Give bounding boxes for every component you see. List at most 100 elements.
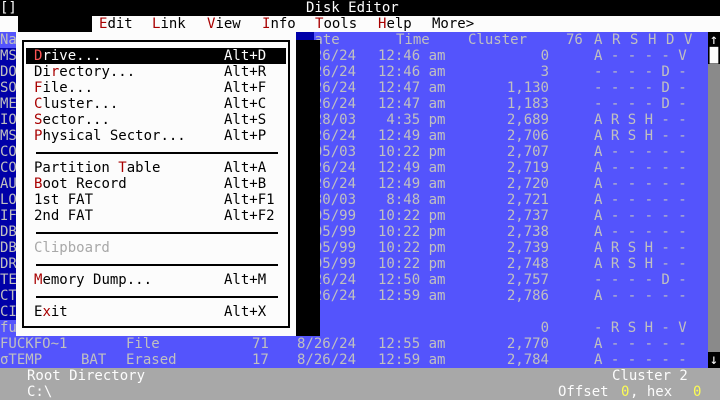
cell-name: TE: [0, 272, 17, 288]
table-row[interactable]: σTEMP BAT Erased 17 8/26/24 12:59 am 2,784 A - …: [0, 352, 708, 368]
header-name[interactable]: Na: [0, 32, 17, 48]
table-row[interactable]: FUCKFO~1 File 71 8/26/24 12:55 am 2,770 A - - …: [0, 336, 708, 352]
menu-item-label: Boot Record: [34, 176, 127, 192]
menu-item-6[interactable]: Partition Table Alt+A: [16, 160, 296, 176]
menu-item-8[interactable]: 1st FAT Alt+F1: [16, 192, 296, 208]
menu-item-7[interactable]: Boot Record Alt+B: [16, 176, 296, 192]
status-path: C:\: [27, 384, 53, 400]
cell-cluster: 2,786: [506, 288, 549, 304]
cell-attrs: A - - - - -: [594, 176, 687, 192]
menu-link[interactable]: Link: [152, 16, 186, 32]
cell-time: 12:50 am: [378, 272, 446, 288]
menu-item-label: 2nd FAT: [34, 208, 93, 224]
menu-separator: [36, 264, 278, 266]
cell-cluster: 1,130: [506, 80, 549, 96]
menu-item-2[interactable]: File... Alt+F: [16, 80, 296, 96]
menu-item-text-post: hysical Sector...: [42, 128, 186, 144]
menu-item-shortcut: Alt+F2: [224, 208, 275, 224]
header-time[interactable]: Time: [396, 32, 430, 48]
cell-attrs: A R S H - -: [594, 128, 687, 144]
header-attr-s: S: [630, 32, 639, 48]
cell-cluster: 2,748: [506, 256, 549, 272]
menu-item-11[interactable]: Memory Dump... Alt+M: [16, 272, 296, 288]
menu-object[interactable]: Object: [18, 16, 92, 48]
scroll-up-icon[interactable]: ↑: [708, 32, 720, 48]
status-cluster: Cluster 2: [612, 368, 688, 384]
scroll-thumb[interactable]: █: [708, 48, 720, 64]
header-attr-a: A: [594, 32, 603, 48]
cell-time: 10:22 pm: [378, 144, 446, 160]
cell-attrs: A - - - - -: [594, 224, 687, 240]
cell-time: 12:46 am: [378, 48, 446, 64]
status-line-1: Root Directory Cluster 2: [0, 368, 720, 384]
menu-item-shortcut: Alt+S: [224, 112, 267, 128]
menu-item-shortcut: Alt+B: [224, 176, 267, 192]
menu-tools[interactable]: Tools: [315, 16, 357, 32]
cell-time: 12:59 am: [378, 288, 446, 304]
menu-item-shortcut: Alt+R: [224, 64, 267, 80]
menu-item-4[interactable]: Sector... Alt+S: [16, 112, 296, 128]
menu-item-3[interactable]: Cluster... Alt+C: [16, 96, 296, 112]
cell-time: 12:47 am: [378, 96, 446, 112]
menu-item-label: Physical Sector...: [34, 128, 186, 144]
header-cluster[interactable]: Cluster: [468, 32, 527, 48]
status-offset-value: 0: [621, 384, 630, 400]
menu-item-10: Clipboard: [16, 240, 296, 256]
scroll-down-icon[interactable]: ↓: [708, 352, 720, 368]
cell-cluster: 3: [540, 64, 549, 80]
menu-item-text-post: oot Record: [42, 176, 127, 192]
menu-separator: [36, 152, 278, 154]
menu-item-9[interactable]: 2nd FAT Alt+F2: [16, 208, 296, 224]
menu-item-5[interactable]: Physical Sector... Alt+P: [16, 128, 296, 144]
cell-attrs: - - - - D -: [594, 80, 687, 96]
menu-info[interactable]: Info: [262, 16, 296, 32]
menu-item-hotkey: x: [42, 304, 51, 320]
cell-cluster: 2,706: [506, 128, 549, 144]
menu-info-label: nfo: [270, 16, 296, 32]
menu-link-label: ink: [160, 16, 186, 32]
scroll-track[interactable]: [708, 48, 720, 352]
menu-item-text: Clipboard: [34, 240, 110, 256]
cell-cluster: 2,757: [506, 272, 549, 288]
vertical-scrollbar[interactable]: ↑ █ ↓: [708, 32, 720, 368]
cell-name: DO: [0, 64, 17, 80]
menu-item-shortcut: Alt+M: [224, 272, 267, 288]
menu-help[interactable]: Help: [378, 16, 412, 32]
cell-attrs: A R S H - -: [594, 112, 687, 128]
cell-time: 12:49 am: [378, 128, 446, 144]
menu-item-text-pre: Di: [34, 64, 51, 80]
cell-cluster: 2,689: [506, 112, 549, 128]
cell-cluster: 1,183: [506, 96, 549, 112]
menu-view[interactable]: View: [207, 16, 241, 32]
menu-item-label: File...: [34, 80, 93, 96]
cell-time: 12:47 am: [378, 80, 446, 96]
cell-cluster: 2,739: [506, 240, 549, 256]
cell-cluster: 2,720: [506, 176, 549, 192]
menu-bar: Object Edit Link View Info Tools Help Mo…: [0, 16, 720, 48]
cell-time: 10:22 pm: [378, 208, 446, 224]
menu-item-label: 1st FAT: [34, 192, 93, 208]
menu-item-shortcut: Alt+D: [224, 48, 267, 64]
cell-cluster: 0: [540, 320, 549, 336]
menu-item-1[interactable]: Directory... Alt+R: [16, 64, 296, 80]
menu-item-0[interactable]: Drive... Alt+D: [26, 48, 286, 64]
menu-edit-label: dit: [107, 16, 133, 32]
menu-item-text-post: able: [126, 160, 161, 176]
menu-more[interactable]: More>: [432, 16, 474, 32]
cell-name: SO: [0, 80, 17, 96]
cell-name: DB: [0, 224, 17, 240]
cell-name: DR: [0, 256, 17, 272]
cell-attrs: A R S H - -: [594, 240, 687, 256]
cell-name: AU: [0, 176, 17, 192]
cell-time: 12:55 am: [378, 336, 446, 352]
menu-edit[interactable]: Edit: [99, 16, 133, 32]
menu-item-text-pre: 1st FAT: [34, 192, 94, 208]
menu-item-text-post: ectory...: [59, 64, 136, 80]
close-box[interactable]: []: [0, 0, 17, 16]
cell-name: CO: [0, 144, 17, 160]
cell-attrs: - - - - D -: [594, 64, 687, 80]
menu-item-text-post: luster...: [42, 96, 119, 112]
menu-view-label: iew: [215, 16, 241, 32]
cell-attrs: A - - - - -: [594, 160, 687, 176]
menu-item-12[interactable]: Exit Alt+X: [16, 304, 296, 320]
